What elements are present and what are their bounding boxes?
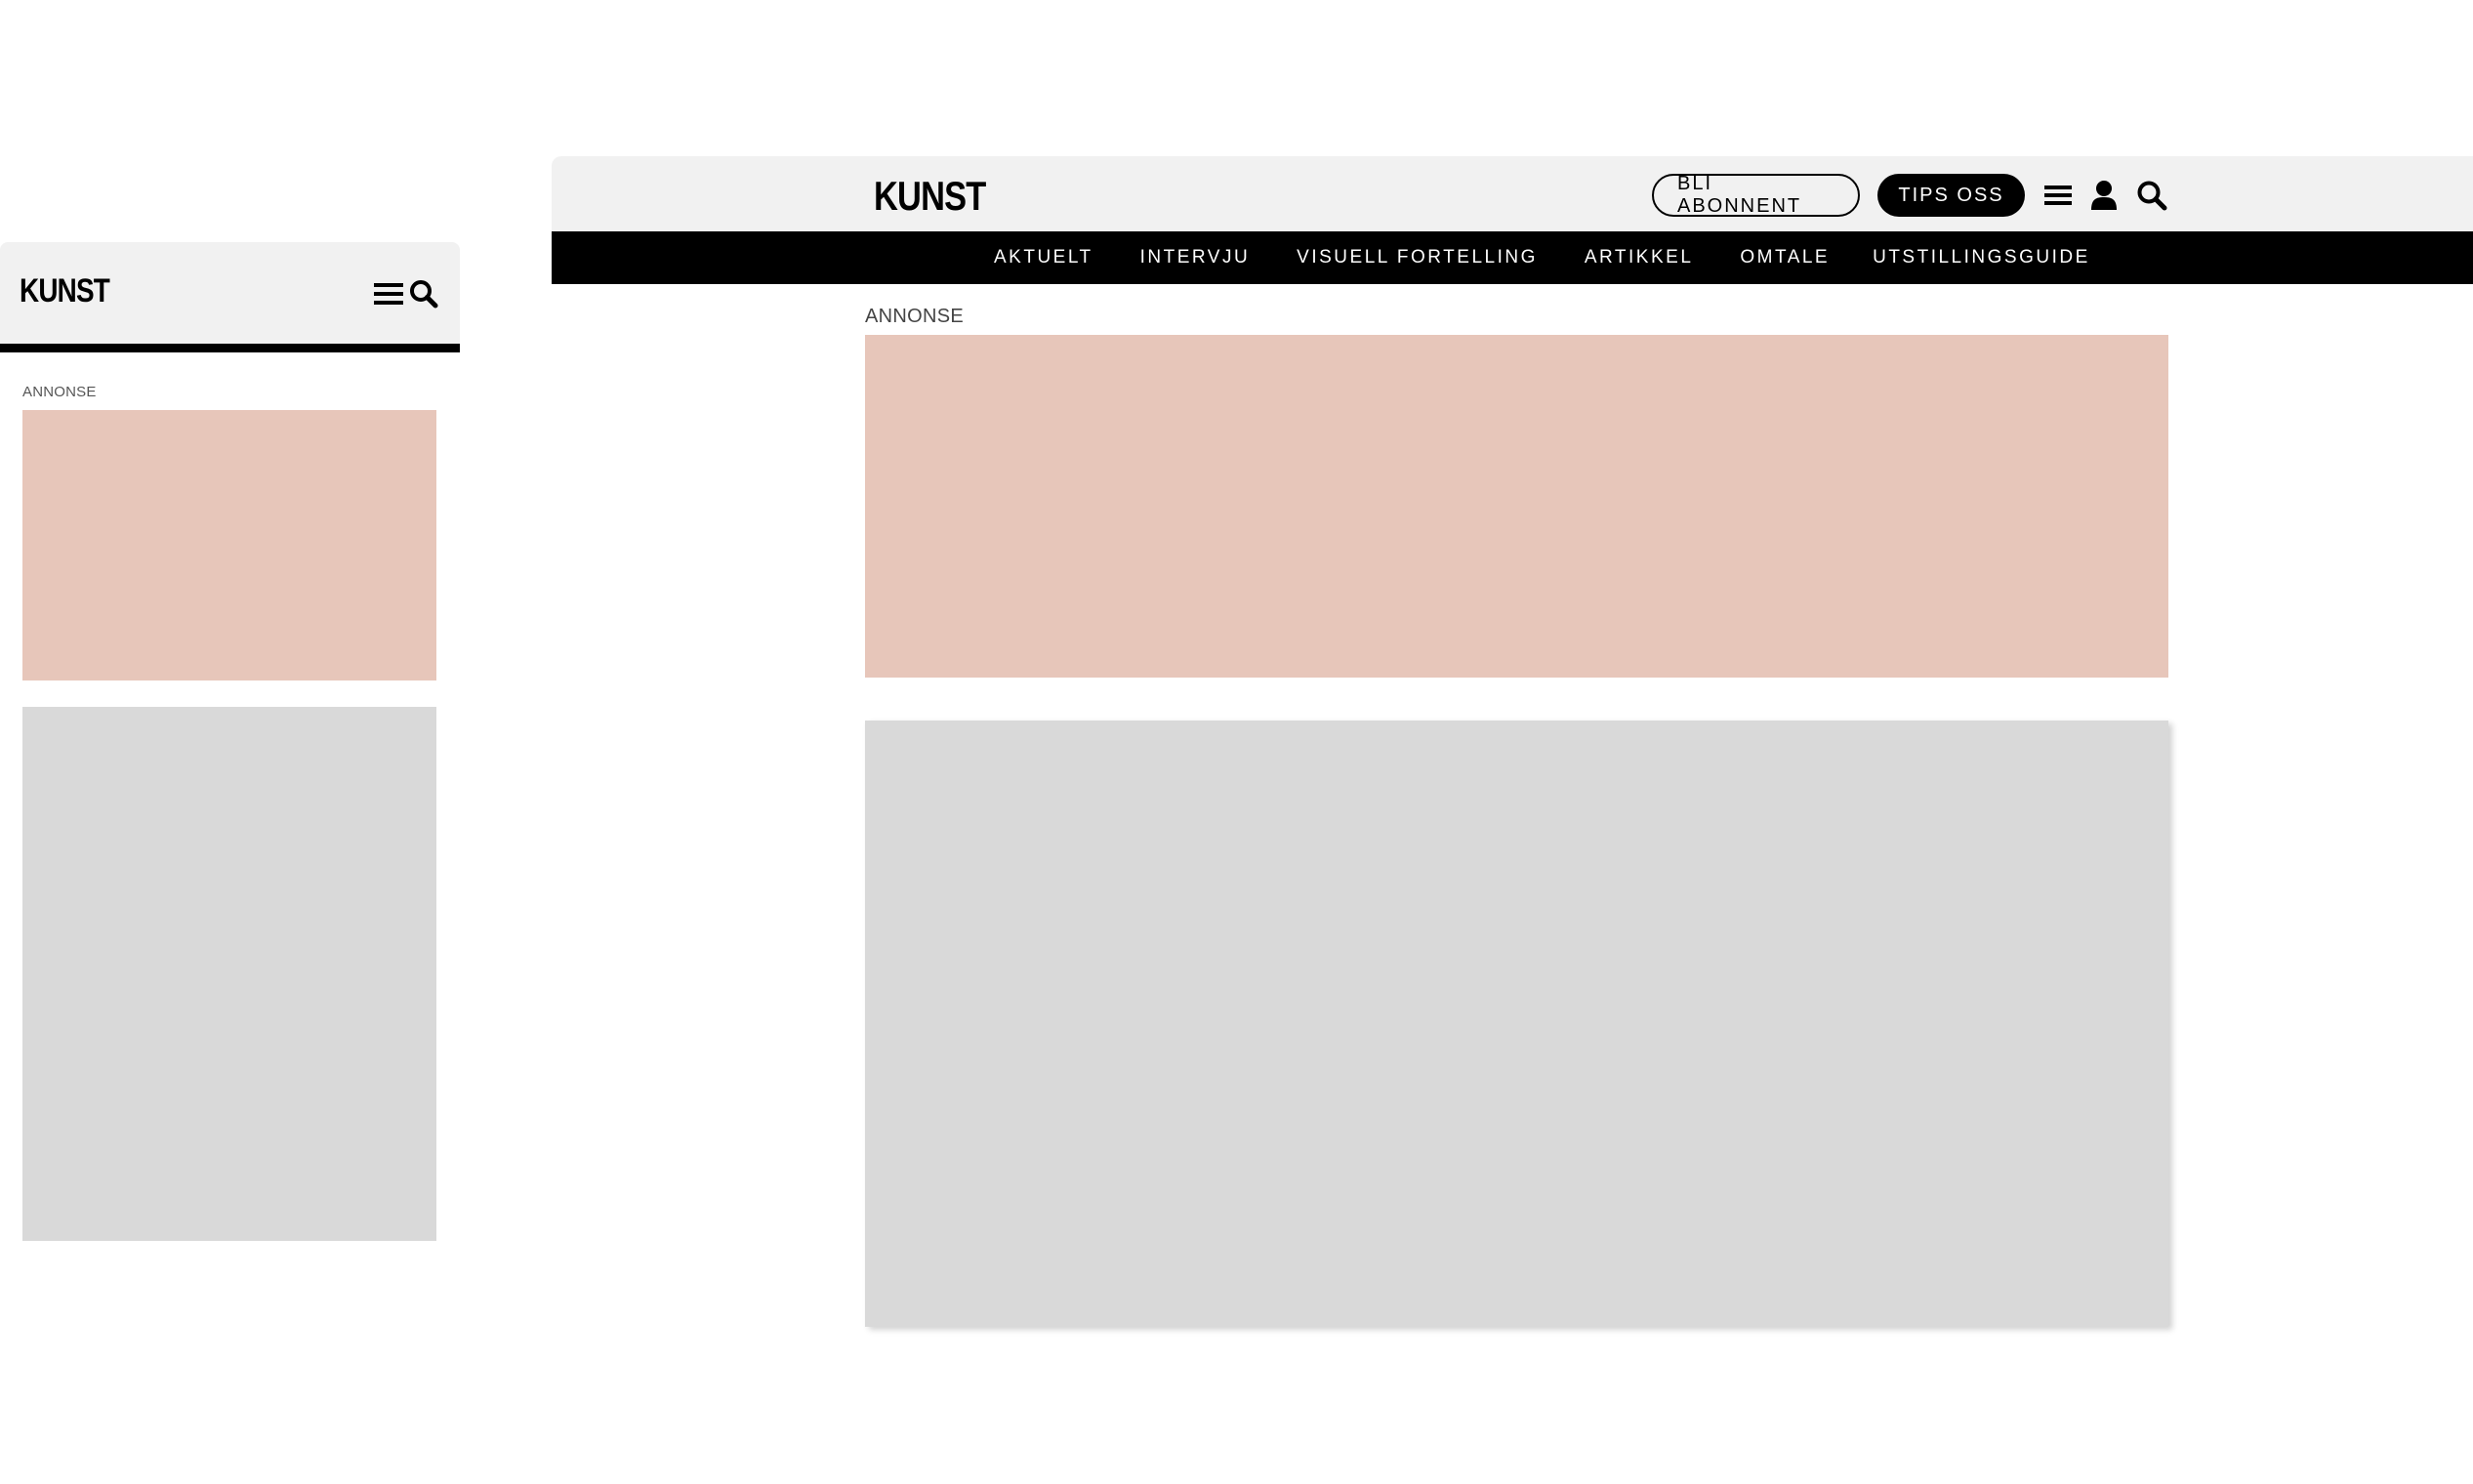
mobile-logo[interactable]: KUNST [20,272,110,310]
nav-item-visuell-fortelling[interactable]: VISUELL FORTELLING [1297,247,1538,268]
mobile-header-icons [374,279,438,313]
tips-button[interactable]: TIPS OSS [1877,174,2025,217]
desktop-preview: KUNST BLI ABONNENT TIPS OSS AKTUELT INTE… [552,156,2473,1327]
user-icon[interactable] [2090,180,2118,211]
menu-icon[interactable] [374,281,403,311]
nav-item-artikkel[interactable]: ARTIKKEL [1585,247,1694,268]
main-nav: AKTUELT INTERVJU VISUELL FORTELLING ARTI… [552,231,2473,284]
header-actions: BLI ABONNENT TIPS OSS [1652,173,2167,217]
desktop-content-placeholder[interactable] [865,721,2168,1327]
nav-item-intervju[interactable]: INTERVJU [1140,247,1251,268]
nav-item-aktuelt[interactable]: AKTUELT [994,247,1093,268]
mobile-header: KUNST [0,242,460,344]
mobile-ad-label: ANNONSE [22,384,97,400]
desktop-ad-placeholder[interactable] [865,335,2168,678]
desktop-header: KUNST BLI ABONNENT TIPS OSS [552,156,2473,231]
mobile-preview: KUNST ANNONSE [0,242,460,1241]
search-icon[interactable] [2136,180,2167,211]
nav-item-utstillingsguide[interactable]: UTSTILLINGSGUIDE [1873,247,2090,268]
mobile-ad-placeholder[interactable] [22,410,436,680]
nav-item-omtale[interactable]: OMTALE [1740,247,1830,268]
desktop-logo[interactable]: KUNST [874,173,986,220]
menu-icon[interactable] [2044,183,2072,208]
search-icon[interactable] [409,279,438,313]
mobile-nav-bar [0,344,460,352]
mobile-content-placeholder[interactable] [22,707,436,1241]
desktop-ad-label: ANNONSE [865,306,965,327]
subscribe-button[interactable]: BLI ABONNENT [1652,173,1860,217]
